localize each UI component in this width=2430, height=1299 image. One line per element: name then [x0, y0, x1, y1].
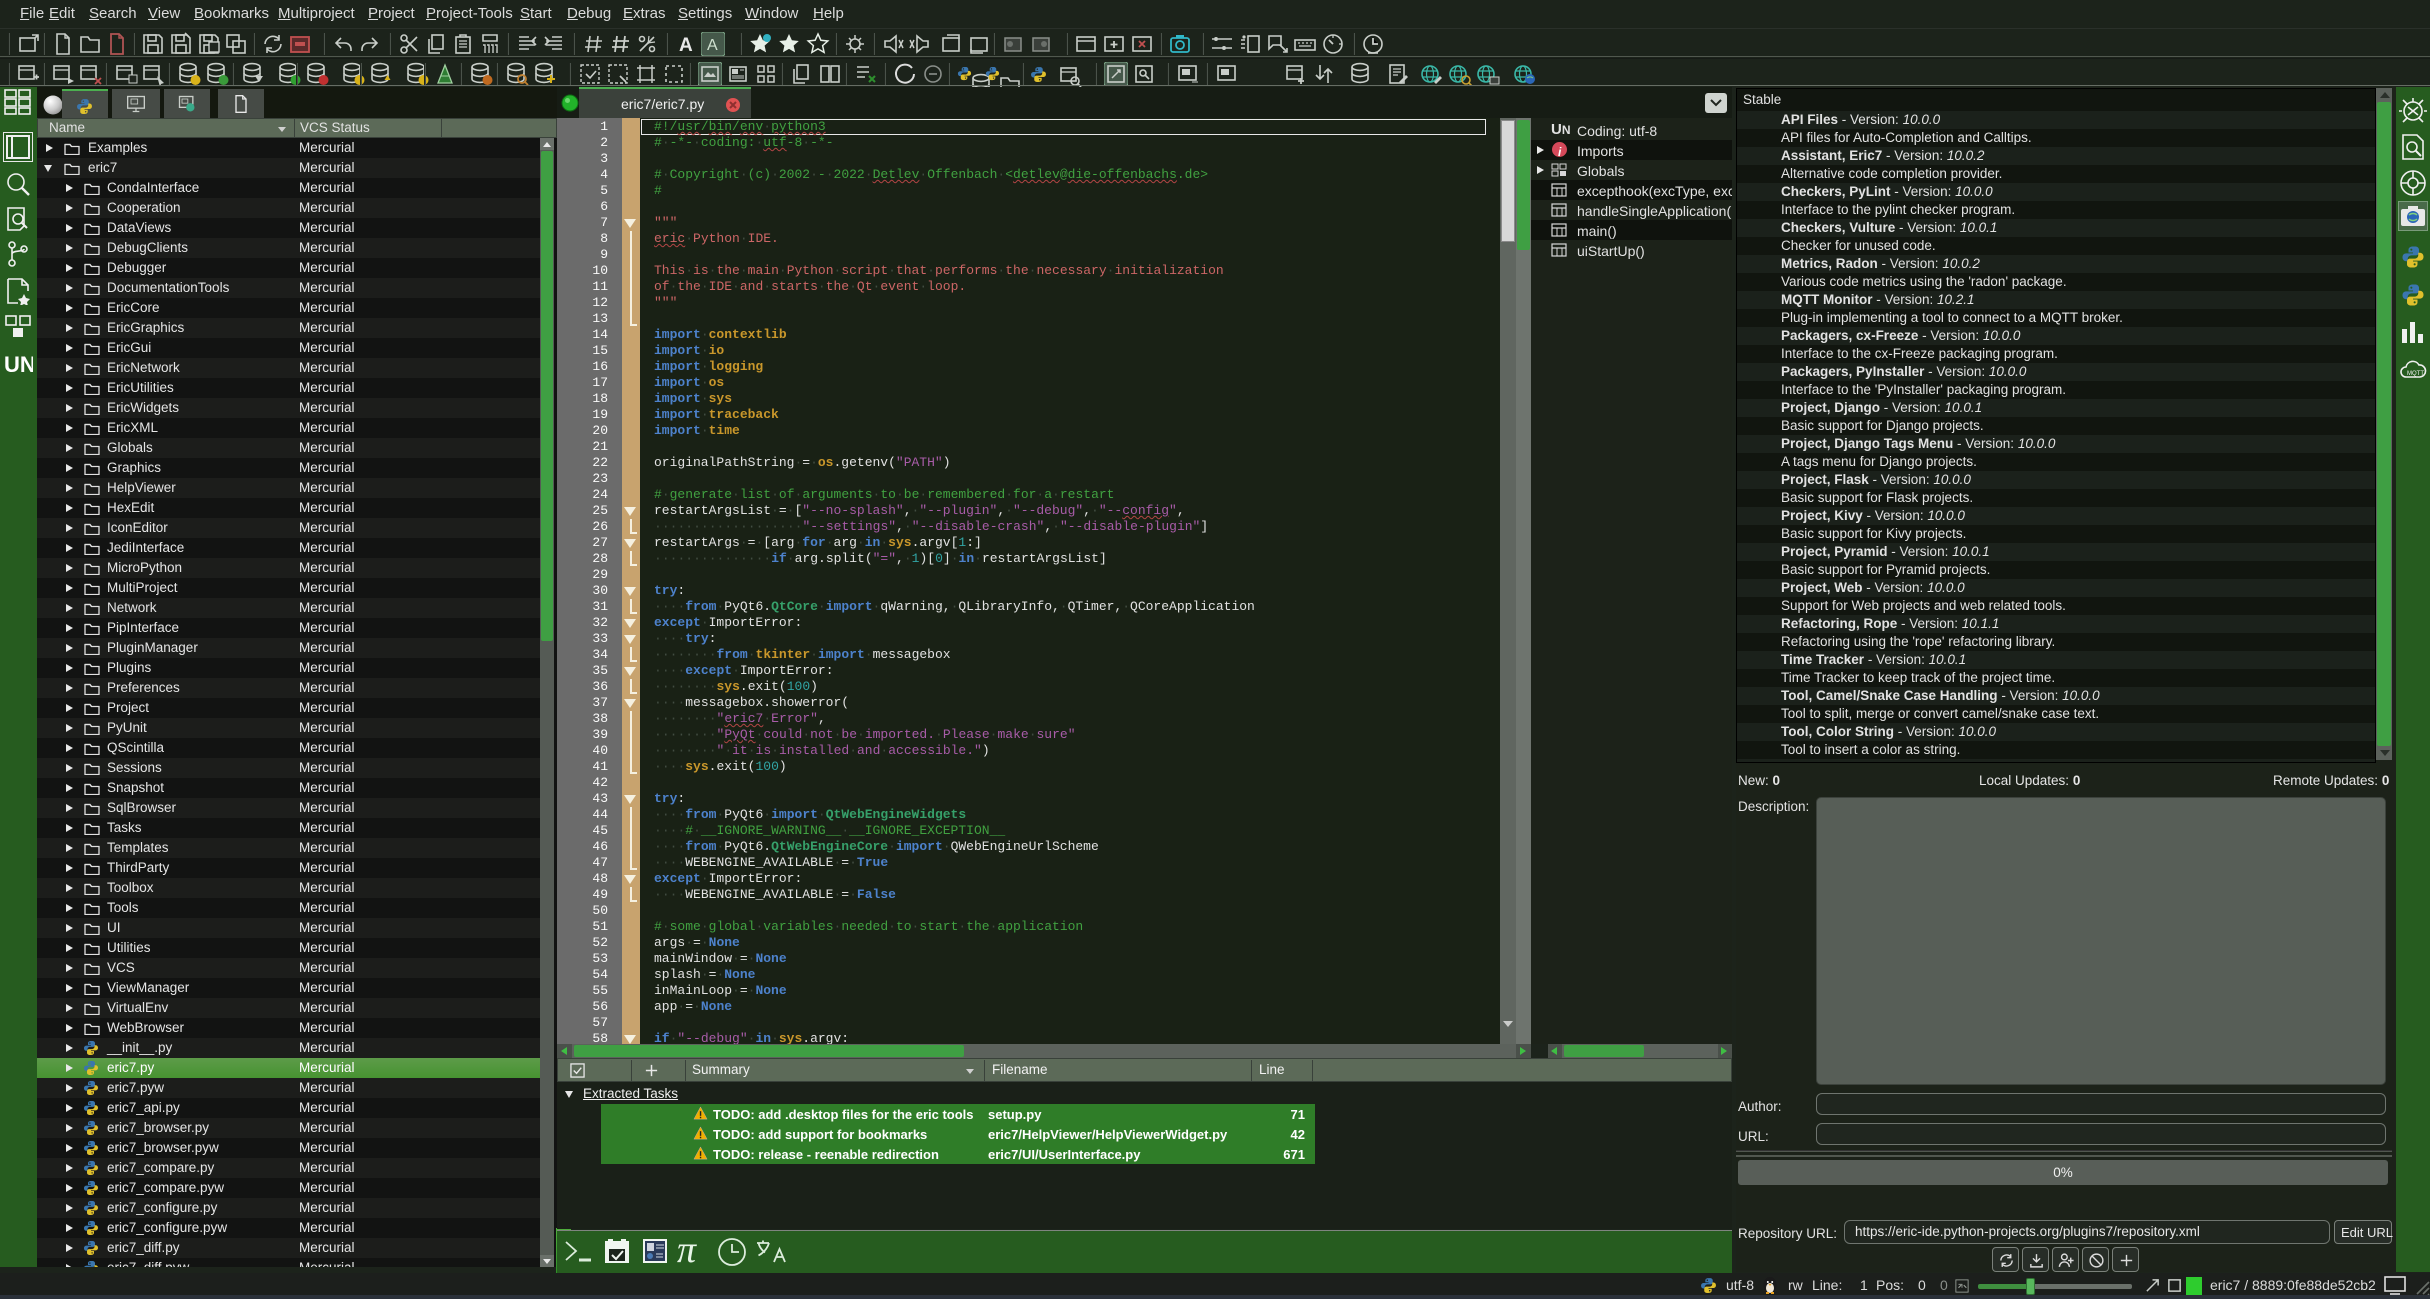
- svg-text:MQTT: MQTT: [2407, 371, 2424, 377]
- svg-text:A: A: [707, 37, 718, 54]
- svg-text:UN: UN: [4, 352, 33, 377]
- svg-text:A: A: [679, 35, 693, 56]
